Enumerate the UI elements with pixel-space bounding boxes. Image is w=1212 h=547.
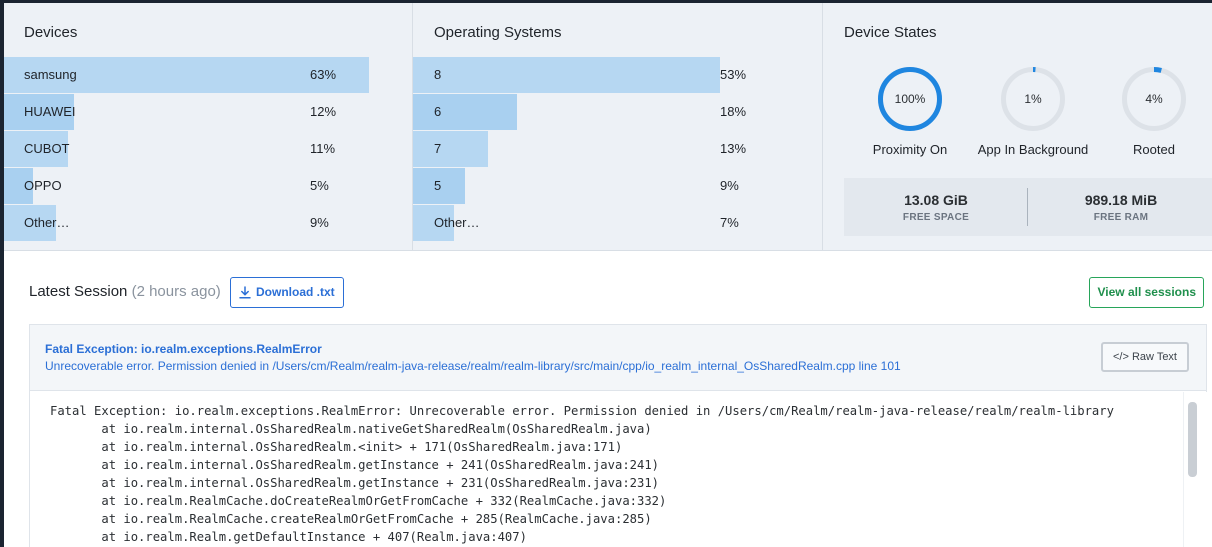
device-row[interactable]: OPPO 5% xyxy=(4,168,412,205)
download-txt-button[interactable]: Download .txt xyxy=(230,277,344,308)
download-txt-label: Download .txt xyxy=(256,285,335,299)
app-in-background-ring-widget: 1% App In Background xyxy=(968,65,1098,157)
proximity-value: 100% xyxy=(894,92,926,106)
stat-divider xyxy=(1027,188,1028,226)
proximity-label: Proximity On xyxy=(872,142,948,157)
operating-systems-title: Operating Systems xyxy=(434,24,562,41)
trace-line: Fatal Exception: io.realm.exceptions.Rea… xyxy=(50,404,1114,418)
device-row[interactable]: samsung 63% xyxy=(4,57,412,94)
trace-line: at io.realm.RealmCache.createRealmOrGetF… xyxy=(50,512,652,526)
os-label: 6 xyxy=(434,104,442,119)
storage-stats: 13.08 GiB FREE SPACE 989.18 MiB FREE RAM xyxy=(844,178,1212,236)
device-row[interactable]: Other… 9% xyxy=(4,205,412,242)
app-in-background-label: App In Background xyxy=(977,142,1089,157)
download-icon xyxy=(239,286,251,299)
os-bar xyxy=(413,131,488,167)
free-ram-label: FREE RAM xyxy=(1093,212,1149,223)
device-percent: 5% xyxy=(310,178,329,193)
trace-scroll-thumb[interactable] xyxy=(1188,402,1197,477)
device-stats-section: Devices samsung 63% HUAWEI 12% CUBOT 11%… xyxy=(4,3,1212,251)
latest-session-title: Latest Session (2 hours ago) xyxy=(29,283,221,300)
free-ram-stat: 989.18 MiB FREE RAM xyxy=(1029,178,1212,223)
os-percent: 13% xyxy=(720,141,747,156)
devices-title: Devices xyxy=(24,24,78,41)
devices-panel: Devices samsung 63% HUAWEI 12% CUBOT 11%… xyxy=(4,3,412,251)
os-bar xyxy=(413,94,517,130)
rooted-label: Rooted xyxy=(1133,142,1175,157)
device-label: CUBOT xyxy=(24,141,70,156)
device-label: OPPO xyxy=(24,178,62,193)
stack-trace[interactable]: Fatal Exception: io.realm.exceptions.Rea… xyxy=(30,392,1180,547)
device-label: HUAWEI xyxy=(24,104,76,119)
device-percent: 12% xyxy=(310,104,337,119)
device-label: Other… xyxy=(24,215,70,230)
os-percent: 9% xyxy=(720,178,739,193)
proximity-ring-widget: 100% Proximity On xyxy=(845,65,975,157)
raw-text-label: Raw Text xyxy=(1131,351,1177,363)
device-percent: 63% xyxy=(310,67,337,82)
rooted-value: 4% xyxy=(1145,92,1163,106)
os-label: 8 xyxy=(434,67,442,82)
exception-header: Fatal Exception: io.realm.exceptions.Rea… xyxy=(30,325,1206,391)
exception-subtitle[interactable]: Unrecoverable error. Permission denied i… xyxy=(45,359,901,373)
os-bar xyxy=(413,57,720,93)
session-time-ago: (2 hours ago) xyxy=(131,283,221,300)
os-row[interactable]: 6 18% xyxy=(413,94,822,131)
trace-line: at io.realm.internal.OsSharedRealm.getIn… xyxy=(50,458,660,472)
device-states-title: Device States xyxy=(844,24,937,41)
device-label: samsung xyxy=(24,67,77,82)
device-row[interactable]: HUAWEI 12% xyxy=(4,94,412,131)
exception-panel: Fatal Exception: io.realm.exceptions.Rea… xyxy=(29,324,1207,547)
operating-systems-panel: Operating Systems 8 53% 6 18% 7 13% 5 9%… xyxy=(412,3,822,251)
trace-line: at io.realm.internal.OsSharedRealm.<init… xyxy=(50,440,623,454)
device-row[interactable]: CUBOT 11% xyxy=(4,131,412,168)
os-percent: 7% xyxy=(720,215,739,230)
code-icon: </> xyxy=(1112,351,1129,363)
os-percent: 18% xyxy=(720,104,747,119)
trace-line: at io.realm.Realm.getDefaultInstance + 4… xyxy=(50,530,527,544)
device-states-panel: Device States 100% Proximity On 1% App I… xyxy=(822,3,1212,251)
device-percent: 9% xyxy=(310,215,329,230)
os-row[interactable]: 5 9% xyxy=(413,168,822,205)
exception-title[interactable]: Fatal Exception: io.realm.exceptions.Rea… xyxy=(45,342,322,356)
rooted-ring-widget: 4% Rooted xyxy=(1089,65,1212,157)
device-percent: 11% xyxy=(310,141,336,156)
os-percent: 53% xyxy=(720,67,747,82)
raw-text-button[interactable]: </> Raw Text xyxy=(1100,342,1189,372)
trace-line: at io.realm.RealmCache.doCreateRealmOrGe… xyxy=(50,494,667,508)
trace-line: at io.realm.internal.OsSharedRealm.nativ… xyxy=(50,422,652,436)
view-all-sessions-button[interactable]: View all sessions xyxy=(1089,277,1204,308)
os-label: 7 xyxy=(434,141,442,156)
os-row[interactable]: Other… 7% xyxy=(413,205,822,242)
free-space-value: 13.08 GiB xyxy=(904,192,968,208)
os-row[interactable]: 7 13% xyxy=(413,131,822,168)
trace-line: at io.realm.internal.OsSharedRealm.getIn… xyxy=(50,476,660,490)
app-in-background-value: 1% xyxy=(1024,92,1042,106)
latest-session-header: Latest Session (2 hours ago) Download .t… xyxy=(29,277,1209,309)
os-row[interactable]: 8 53% xyxy=(413,57,822,94)
free-space-label: FREE SPACE xyxy=(902,212,970,223)
os-label: 5 xyxy=(434,178,442,193)
session-title-text: Latest Session xyxy=(29,283,128,300)
free-ram-value: 989.18 MiB xyxy=(1084,192,1158,208)
free-space-stat: 13.08 GiB FREE SPACE xyxy=(844,178,1028,223)
os-label: Other… xyxy=(434,215,480,230)
